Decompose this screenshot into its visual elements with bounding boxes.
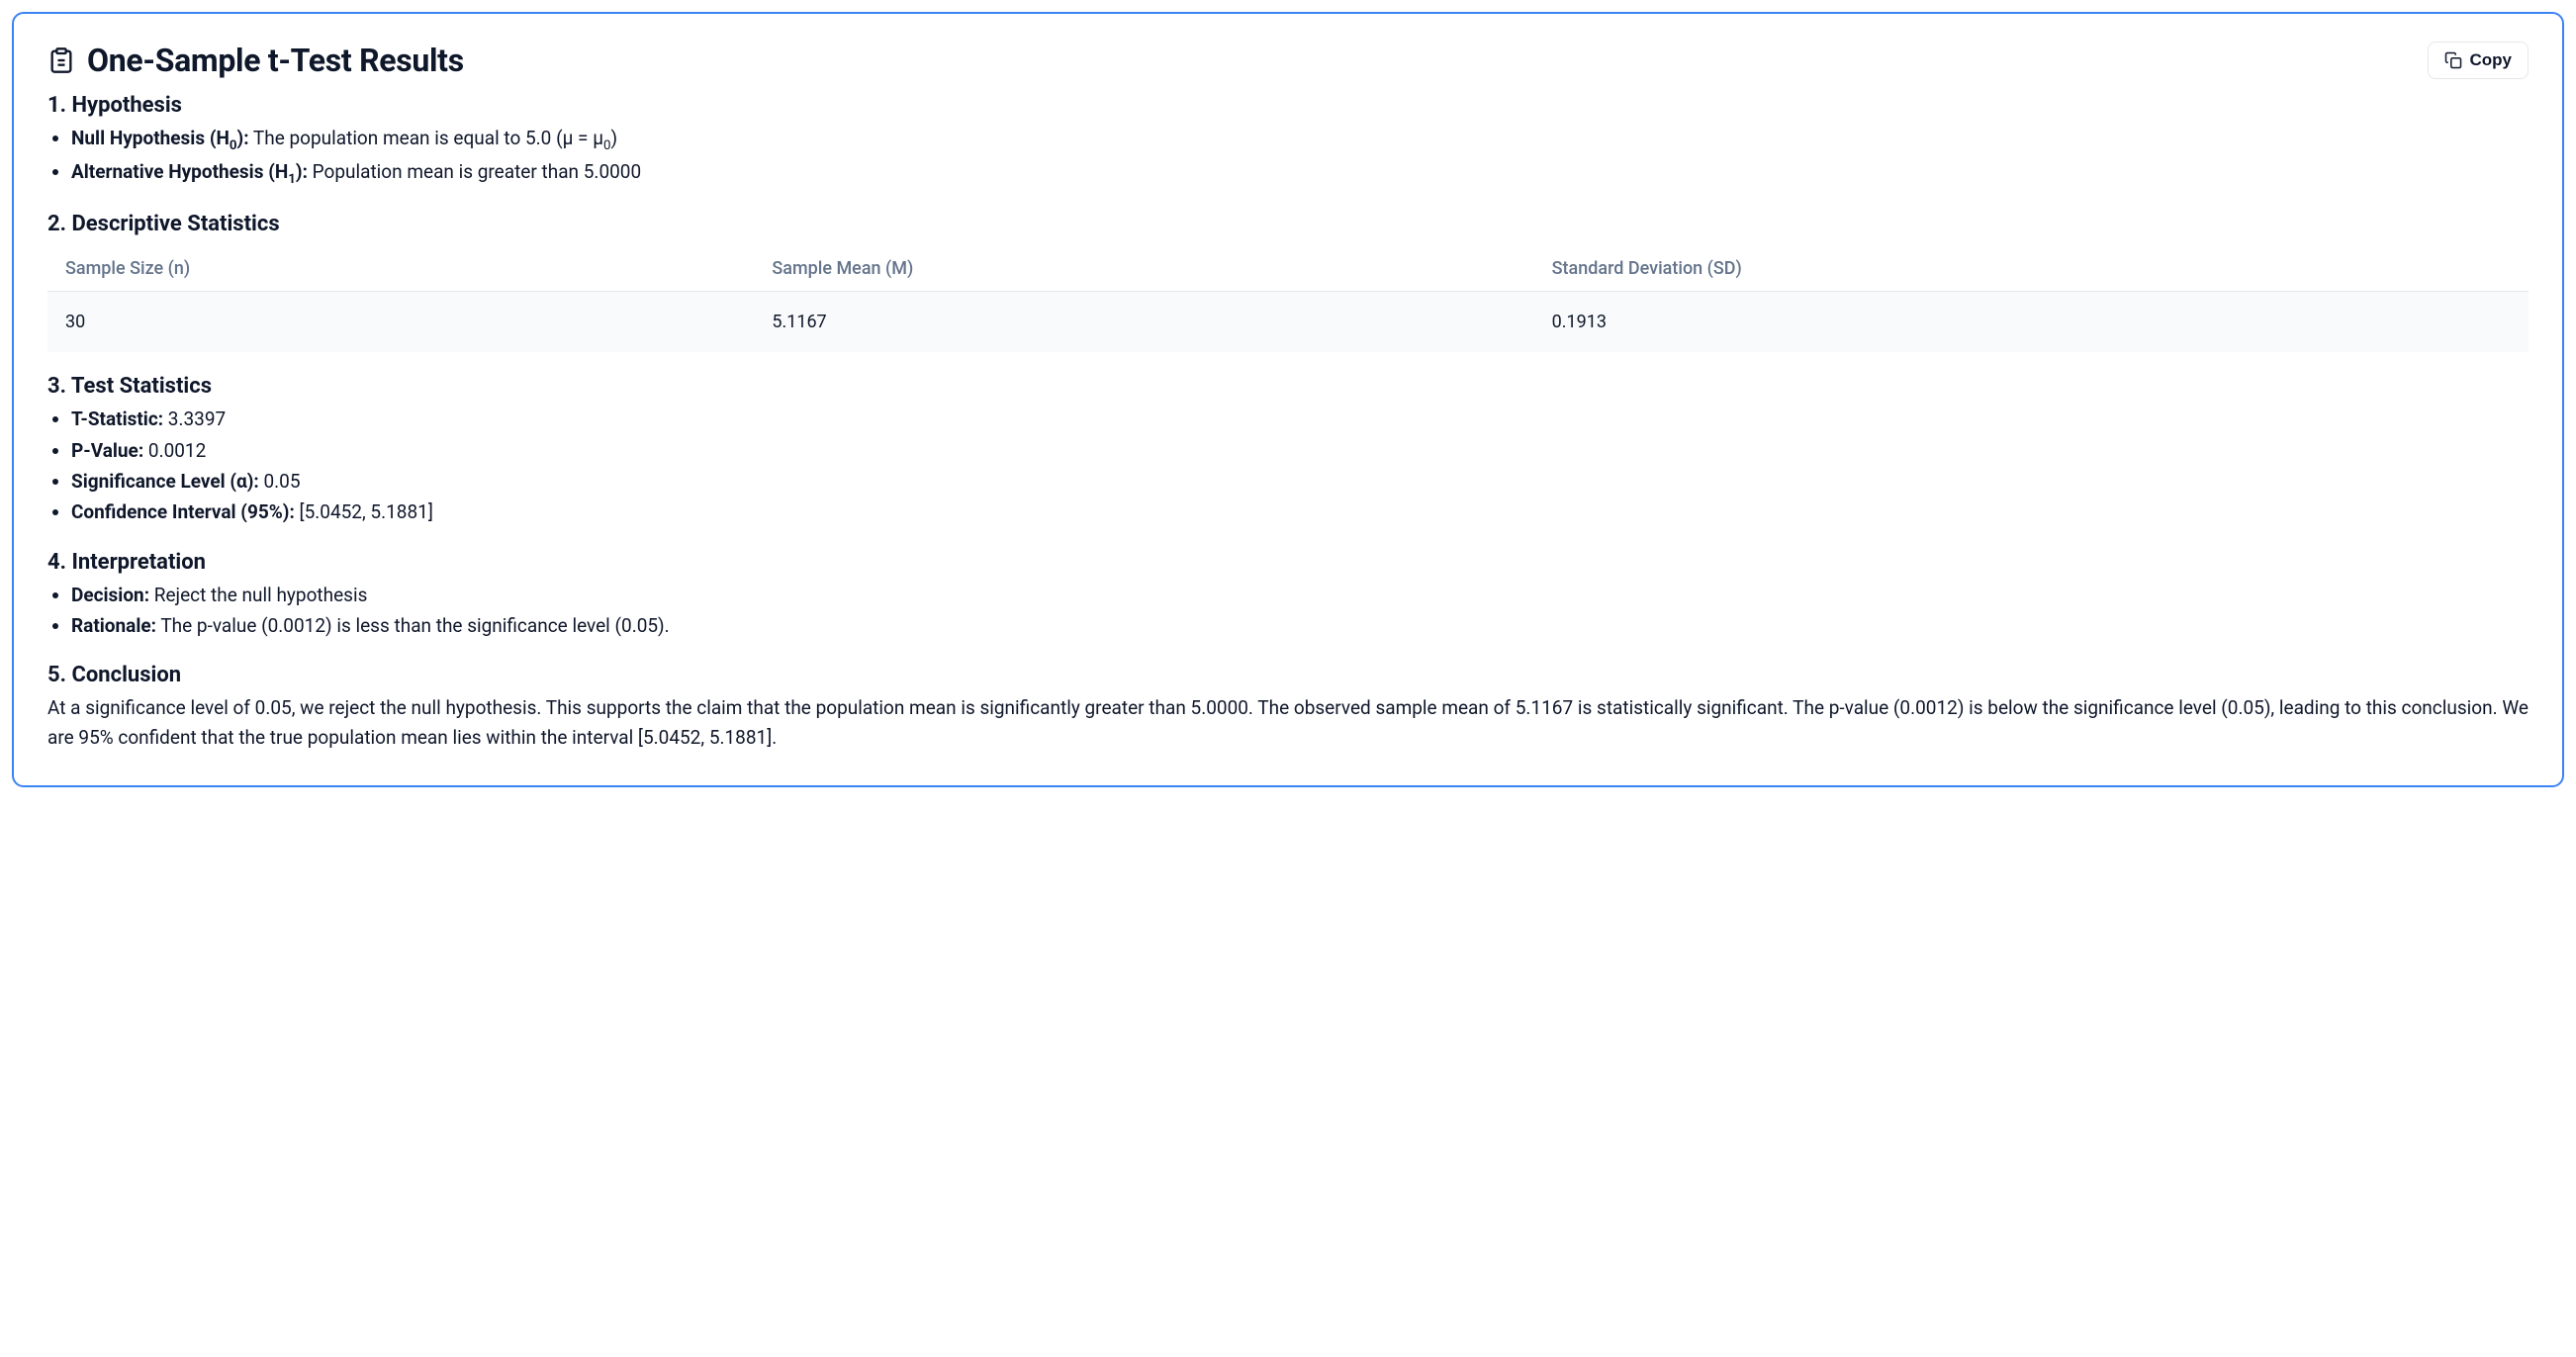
p-value-label: P-Value: [71, 439, 143, 462]
interpretation-list: Decision: Reject the null hypothesis Rat… [47, 581, 2529, 642]
t-statistic-value: 3.3397 [163, 407, 226, 430]
decision-label: Decision: [71, 584, 149, 606]
list-item: P-Value: 0.0012 [71, 436, 2529, 466]
cell-sample-mean: 5.1167 [754, 292, 1533, 353]
rationale-value: The p-value (0.0012) is less than the si… [156, 614, 670, 637]
table-row: 30 5.1167 0.1913 [47, 292, 2529, 353]
col-sample-mean: Sample Mean (M) [754, 246, 1533, 292]
descriptive-heading: 2. Descriptive Statistics [47, 212, 2529, 236]
list-item: Significance Level (α): 0.05 [71, 467, 2529, 497]
header-row: One-Sample t-Test Results Copy [47, 42, 2529, 79]
t-statistic-label: T-Statistic: [71, 407, 163, 430]
list-item: Null Hypothesis (H0): The population mea… [71, 124, 2529, 156]
null-hypothesis-text: The population mean is equal to 5.0 (μ =… [249, 127, 618, 149]
title-wrap: One-Sample t-Test Results [47, 42, 464, 79]
alt-hypothesis-label: Alternative Hypothesis (H1): [71, 160, 308, 183]
test-stats-list: T-Statistic: 3.3397 P-Value: 0.0012 Sign… [47, 405, 2529, 528]
conclusion-text: At a significance level of 0.05, we reje… [47, 693, 2529, 752]
copy-button-label: Copy [2470, 50, 2513, 70]
page-title: One-Sample t-Test Results [87, 42, 464, 79]
clipboard-icon [47, 46, 75, 74]
hypothesis-heading: 1. Hypothesis [47, 93, 2529, 118]
null-hypothesis-label: Null Hypothesis (H0): [71, 127, 249, 149]
col-standard-deviation: Standard Deviation (SD) [1534, 246, 2529, 292]
decision-value: Reject the null hypothesis [149, 584, 367, 606]
list-item: Decision: Reject the null hypothesis [71, 581, 2529, 610]
ci-value: [5.0452, 5.1881] [295, 500, 433, 523]
list-item: Rationale: The p-value (0.0012) is less … [71, 611, 2529, 641]
rationale-label: Rationale: [71, 614, 156, 637]
table-header-row: Sample Size (n) Sample Mean (M) Standard… [47, 246, 2529, 292]
conclusion-heading: 5. Conclusion [47, 663, 2529, 687]
list-item: Confidence Interval (95%): [5.0452, 5.18… [71, 498, 2529, 527]
alpha-label: Significance Level (α): [71, 470, 259, 493]
descriptive-table: Sample Size (n) Sample Mean (M) Standard… [47, 246, 2529, 352]
alpha-value: 0.05 [259, 470, 301, 493]
p-value-value: 0.0012 [143, 439, 206, 462]
test-stats-heading: 3. Test Statistics [47, 374, 2529, 399]
copy-icon [2444, 51, 2462, 69]
results-card: One-Sample t-Test Results Copy 1. Hypoth… [12, 12, 2564, 787]
cell-standard-deviation: 0.1913 [1534, 292, 2529, 353]
cell-sample-size: 30 [47, 292, 754, 353]
interpretation-heading: 4. Interpretation [47, 550, 2529, 575]
alt-hypothesis-text: Population mean is greater than 5.0000 [308, 160, 641, 183]
ci-label: Confidence Interval (95%): [71, 500, 295, 523]
hypothesis-list: Null Hypothesis (H0): The population mea… [47, 124, 2529, 190]
list-item: T-Statistic: 3.3397 [71, 405, 2529, 434]
col-sample-size: Sample Size (n) [47, 246, 754, 292]
copy-button[interactable]: Copy [2428, 42, 2530, 79]
list-item: Alternative Hypothesis (H1): Population … [71, 157, 2529, 190]
